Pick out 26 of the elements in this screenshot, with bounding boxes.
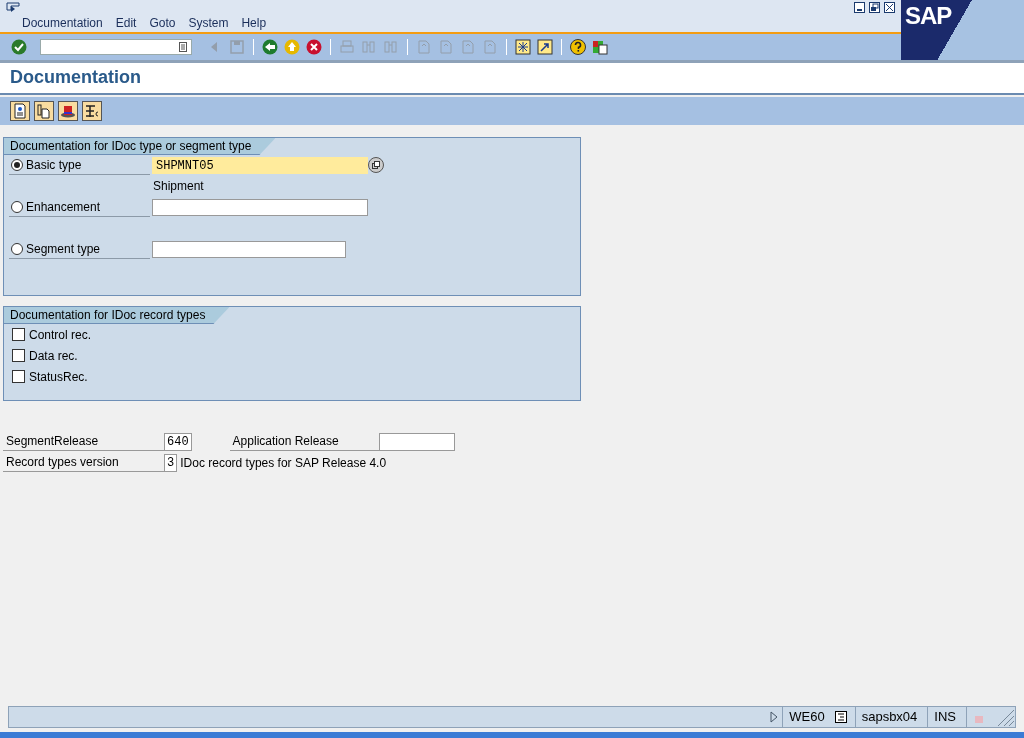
server-name: sapsbx04 <box>854 707 924 727</box>
radio-option[interactable]: Enhancement <box>9 197 150 217</box>
menu-item[interactable]: Help <box>241 16 267 30</box>
checkbox-option[interactable]: Control rec. <box>12 324 580 345</box>
radio-option[interactable]: Basic type <box>9 155 150 175</box>
transaction-code: WE60 <box>782 707 831 727</box>
description-text: Shipment <box>153 178 205 195</box>
logo: SAP <box>901 0 1024 60</box>
group-title: Documentation for IDoc record types <box>4 307 230 324</box>
field-label: Application Release <box>229 432 379 451</box>
description-text: IDoc record types for SAP Release 4.0 <box>179 455 387 470</box>
checkbox-option[interactable]: StatusRec. <box>12 366 580 387</box>
menu-item[interactable]: Goto <box>149 16 176 30</box>
input-mode: INS <box>927 707 962 727</box>
group-title: Documentation for IDoc type or segment type <box>4 138 276 155</box>
input-field[interactable]: 640 <box>164 432 192 451</box>
checkbox-option[interactable]: Data rec. <box>12 345 580 366</box>
field-label: SegmentRelease <box>3 432 164 451</box>
menu-item[interactable]: Documentation <box>22 16 103 30</box>
menu-item[interactable]: Edit <box>115 16 137 30</box>
screen-title: Documentation <box>9 66 142 89</box>
menu-item[interactable]: System <box>188 16 229 30</box>
radio-option[interactable]: Segment type <box>9 239 150 259</box>
field-label: Record types version <box>3 453 164 472</box>
input-field[interactable]: SHPMNT05 <box>152 156 368 174</box>
input-field[interactable]: 3 <box>164 453 178 472</box>
